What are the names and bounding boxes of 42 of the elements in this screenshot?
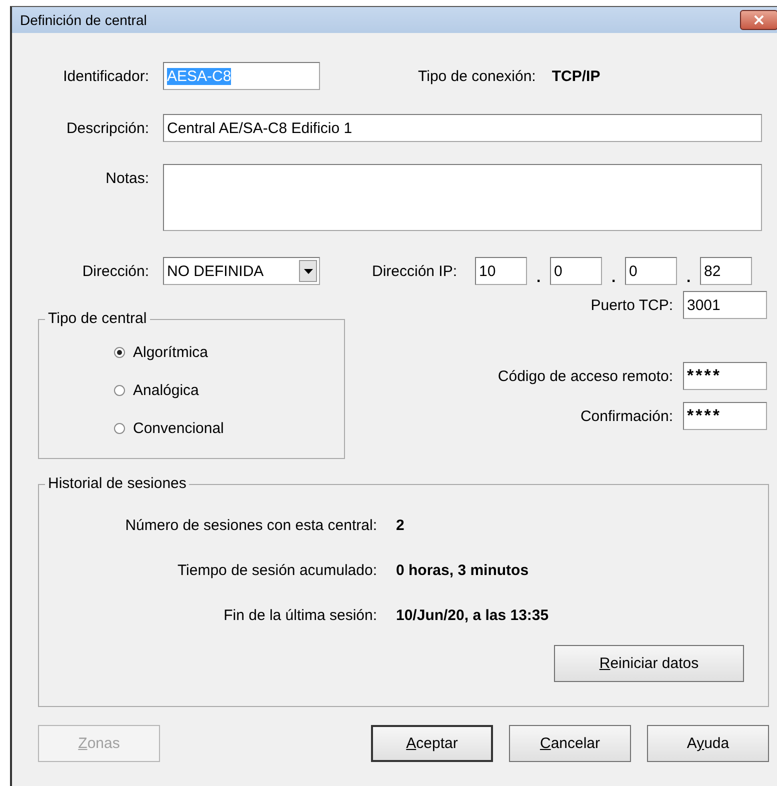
input-field[interactable]: 3001 xyxy=(683,291,767,319)
password-field[interactable]: **** xyxy=(683,362,767,390)
field-label: Descripción: xyxy=(65,120,149,136)
input-field[interactable]: Central AE/SA-C8 Edificio 1 xyxy=(163,114,762,142)
ip-separator: . xyxy=(535,271,542,285)
dialog-button[interactable]: Ayuda xyxy=(647,725,769,762)
ip-octet-field[interactable]: 0 xyxy=(550,257,602,285)
window-title: Definición de central xyxy=(20,12,147,28)
ip-octet-field[interactable]: 0 xyxy=(625,257,678,285)
ip-octet-field[interactable]: 10 xyxy=(475,257,528,285)
field-label: Dirección: xyxy=(81,262,149,280)
field-label: Tipo de conexión: xyxy=(418,68,536,84)
radio-option[interactable]: Algorítmica xyxy=(114,342,344,362)
field-label: Identificador: xyxy=(62,68,149,84)
ip-octet-field[interactable]: 82 xyxy=(700,257,752,285)
stat-label: Fin de la última sesión: xyxy=(222,606,377,624)
radio-button[interactable] xyxy=(114,422,125,434)
stat-value: 2 xyxy=(396,516,404,534)
stat-value: 10/Jun/20, a las 13:35 xyxy=(396,606,549,624)
ip-separator: . xyxy=(685,271,692,285)
password-field[interactable]: **** xyxy=(683,402,767,430)
notes-field[interactable] xyxy=(163,164,762,231)
field-label: Puerto TCP: xyxy=(590,296,673,314)
radio-button[interactable] xyxy=(114,384,125,396)
field-label: Confirmación: xyxy=(580,408,673,424)
dialog-button[interactable]: Cancelar xyxy=(509,725,631,762)
field-value: AESA-C8 xyxy=(167,68,232,84)
group-title: Tipo de central xyxy=(45,310,150,327)
ip-separator: . xyxy=(610,271,617,285)
dialog-button[interactable]: Aceptar xyxy=(371,725,493,762)
stat-value: 0 horas, 3 minutos xyxy=(396,562,529,578)
dropdown[interactable]: NO DEFINIDA xyxy=(163,257,320,285)
field-label: Notas: xyxy=(104,170,149,187)
reset-button[interactable]: Reiniciar datos xyxy=(554,645,744,682)
stat-label: Tiempo de sesión acumulado: xyxy=(176,562,377,578)
stat-label: Número de sesiones con esta central: xyxy=(124,516,377,534)
radio-option[interactable]: Analógica xyxy=(114,380,344,400)
connection-type: TCP/IP xyxy=(552,68,600,84)
field-label: Código de acceso remoto: xyxy=(498,368,673,384)
field-label: Dirección IP: xyxy=(372,262,458,280)
radio-button[interactable] xyxy=(114,346,125,358)
radio-option[interactable]: Convencional xyxy=(114,418,344,438)
